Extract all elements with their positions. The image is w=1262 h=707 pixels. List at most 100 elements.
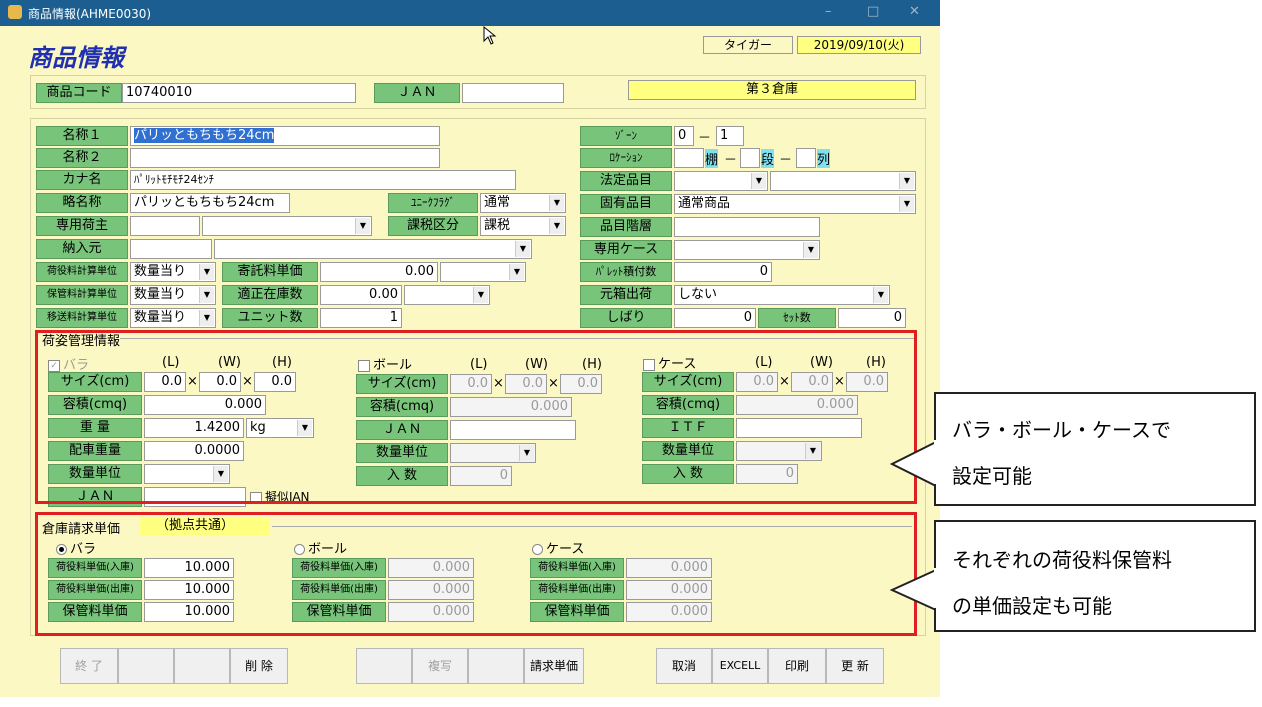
jan-label: ＪＡＮ — [374, 83, 460, 103]
blank-button-1[interactable] — [118, 648, 174, 684]
tier-input[interactable] — [740, 148, 760, 168]
mouse-cursor-icon — [483, 26, 497, 45]
chevron-down-icon: ▼ — [549, 195, 564, 211]
shelf-input[interactable] — [674, 148, 704, 168]
callout-billing: それぞれの荷役料保管料 の単価設定も可能 — [934, 520, 1256, 632]
billing-highlight-box — [35, 512, 917, 636]
chevron-down-icon: ▼ — [199, 287, 214, 303]
outer-box-value: しない — [678, 287, 718, 302]
unique-flag-select[interactable]: 通常 ▼ — [480, 193, 566, 213]
zone-separator: － — [698, 131, 712, 146]
outer-box-label: 元箱出荷 — [580, 285, 672, 305]
cancel-button[interactable]: 取消 — [656, 648, 712, 684]
fixed-item-select[interactable]: 通常商品 ▼ — [674, 194, 916, 214]
delete-button[interactable]: 削 除 — [230, 648, 288, 684]
end-button[interactable]: 終 了 — [60, 648, 118, 684]
update-button[interactable]: 更 新 — [826, 648, 884, 684]
blank-button-3[interactable] — [356, 648, 412, 684]
window-title: 商品情報(AHME0030) — [28, 7, 152, 21]
user-name: タイガー — [703, 36, 793, 54]
cargo-calc-select[interactable]: 数量当り ▼ — [130, 262, 216, 282]
callout-billing-line2: の単価設定も可能 — [952, 594, 1112, 618]
legal-item-detail-select[interactable]: ▼ — [770, 171, 916, 191]
chevron-down-icon: ▼ — [751, 173, 766, 189]
callout-packaging: バラ・ボール・ケースで 設定可能 — [934, 392, 1256, 506]
jan-input[interactable] — [462, 83, 564, 103]
supplier-code-input[interactable] — [130, 239, 212, 259]
blank-button-4[interactable] — [468, 648, 524, 684]
item-hierarchy-input[interactable] — [674, 217, 820, 237]
owner-code-input[interactable] — [130, 216, 200, 236]
date-display: 2019/09/10(火) — [797, 36, 921, 54]
name2-input[interactable] — [130, 148, 440, 168]
chevron-down-icon: ▼ — [873, 287, 888, 303]
cargo-calc-label: 荷役料計算単位 — [36, 262, 128, 282]
dedicated-case-select[interactable]: ▼ — [674, 240, 820, 260]
print-button[interactable]: 印刷 — [768, 648, 826, 684]
minimize-button[interactable]: – — [825, 4, 832, 19]
kana-input[interactable]: ﾊﾟﾘｯﾄﾓﾁﾓﾁ24ｾﾝﾁ — [130, 170, 516, 190]
proper-stock-input[interactable]: 0.00 — [320, 285, 402, 305]
unique-flag-label: ﾕﾆｰｸﾌﾗｸﾞ — [388, 193, 478, 213]
copy-button[interactable]: 複写 — [412, 648, 468, 684]
excel-button[interactable]: EXCELL — [712, 648, 768, 684]
outer-box-select[interactable]: しない ▼ — [674, 285, 890, 305]
storage-calc-select[interactable]: 数量当り ▼ — [130, 285, 216, 305]
callout-packaging-line1: バラ・ボール・ケースで — [952, 418, 1171, 442]
shibari-label: しばり — [580, 308, 672, 328]
title-bar: 商品情報(AHME0030) – □ ✕ — [0, 0, 940, 26]
chevron-down-icon: ▼ — [899, 196, 914, 212]
consign-unit-select[interactable]: ▼ — [440, 262, 526, 282]
app-icon — [8, 5, 22, 19]
fixed-item-value: 通常商品 — [678, 196, 731, 211]
dedicated-case-label: 専用ケース — [580, 240, 672, 260]
short-name-input[interactable]: パリッともちもち24cm — [130, 193, 290, 213]
supplier-select[interactable]: ▼ — [214, 239, 532, 259]
callout-pointer-1 — [889, 440, 937, 488]
legal-item-select[interactable]: ▼ — [674, 171, 768, 191]
zone-label: ｿﾞｰﾝ — [580, 126, 672, 146]
chevron-down-icon: ▼ — [355, 218, 370, 234]
chevron-down-icon: ▼ — [199, 310, 214, 326]
tax-select[interactable]: 課税 ▼ — [480, 216, 566, 236]
callout-billing-line1: それぞれの荷役料保管料 — [952, 548, 1172, 572]
product-code-label: 商品コード — [36, 83, 122, 103]
kana-label: カナ名 — [36, 170, 128, 190]
maximize-button[interactable]: □ — [867, 4, 879, 19]
product-code-input[interactable]: 10740010 — [122, 83, 356, 103]
location-label: ﾛｹｰｼｮﾝ — [580, 148, 672, 168]
zone-from-input[interactable]: 0 — [674, 126, 694, 146]
pallet-input[interactable]: 0 — [674, 262, 772, 282]
chevron-down-icon: ▼ — [515, 241, 530, 257]
zone-to-input[interactable]: 1 — [716, 126, 744, 146]
callout-billing-edge-bottom — [934, 608, 936, 632]
supplier-label: 納入元 — [36, 239, 128, 259]
fixed-item-label: 固有品目 — [580, 194, 672, 214]
chevron-down-icon: ▼ — [473, 287, 488, 303]
chevron-down-icon: ▼ — [509, 264, 524, 280]
app-window: 商品情報(AHME0030) – □ ✕ 商品情報 タイガー 2019/09/1… — [0, 0, 940, 697]
warehouse-display: 第３倉庫 — [628, 80, 916, 100]
unique-flag-value: 通常 — [484, 195, 511, 210]
blank-button-2[interactable] — [174, 648, 230, 684]
shibari-input[interactable]: 0 — [674, 308, 756, 328]
proper-stock-label: 適正在庫数 — [222, 285, 318, 305]
unit-count-input[interactable]: 1 — [320, 308, 402, 328]
short-name-label: 略名称 — [36, 193, 128, 213]
name2-label: 名称２ — [36, 148, 128, 168]
column-input[interactable] — [796, 148, 816, 168]
set-count-label: ｾｯﾄ数 — [758, 308, 836, 328]
close-button[interactable]: ✕ — [909, 4, 920, 19]
chevron-down-icon: ▼ — [549, 218, 564, 234]
consign-input[interactable]: 0.00 — [320, 262, 438, 282]
packaging-highlight-box — [35, 330, 917, 504]
name1-input[interactable]: パリッともちもち24cm — [130, 126, 440, 146]
owner-select[interactable]: ▼ — [202, 216, 372, 236]
storage-calc-label: 保管料計算単位 — [36, 285, 128, 305]
move-calc-select[interactable]: 数量当り ▼ — [130, 308, 216, 328]
proper-stock-unit-select[interactable]: ▼ — [404, 285, 490, 305]
set-count-input[interactable]: 0 — [838, 308, 906, 328]
billing-price-button[interactable]: 請求単価 — [524, 648, 584, 684]
location-sep-2: － — [779, 153, 793, 168]
item-hierarchy-label: 品目階層 — [580, 217, 672, 237]
